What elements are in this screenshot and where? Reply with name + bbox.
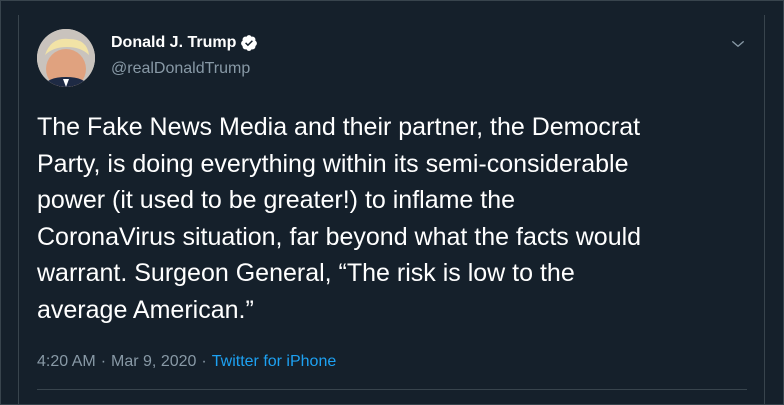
author-display-name[interactable]: Donald J. Trump <box>111 34 236 52</box>
tweet-metadata: 4:20 AM · Mar 9, 2020 · Twitter for iPho… <box>37 353 336 371</box>
tweet-source-link[interactable]: Twitter for iPhone <box>212 353 337 371</box>
meta-separator: · <box>201 353 207 370</box>
divider <box>37 389 747 390</box>
tweet-card: Donald J. Trump @realDonaldTrump The Fak… <box>18 15 765 404</box>
tweet-text: The Fake News Media and their partner, t… <box>37 113 642 324</box>
avatar-image <box>37 29 95 87</box>
avatar[interactable] <box>37 29 95 87</box>
verified-badge-icon <box>240 34 258 52</box>
chevron-down-icon[interactable] <box>729 35 747 53</box>
meta-separator: · <box>100 353 107 370</box>
author-name-row[interactable]: Donald J. Trump <box>111 34 258 52</box>
tweet-screenshot-frame: Donald J. Trump @realDonaldTrump The Fak… <box>0 0 784 405</box>
tweet-time[interactable]: 4:20 AM <box>37 353 96 371</box>
tweet-date[interactable]: Mar 9, 2020 <box>111 353 196 371</box>
author-handle[interactable]: @realDonaldTrump <box>111 60 250 78</box>
